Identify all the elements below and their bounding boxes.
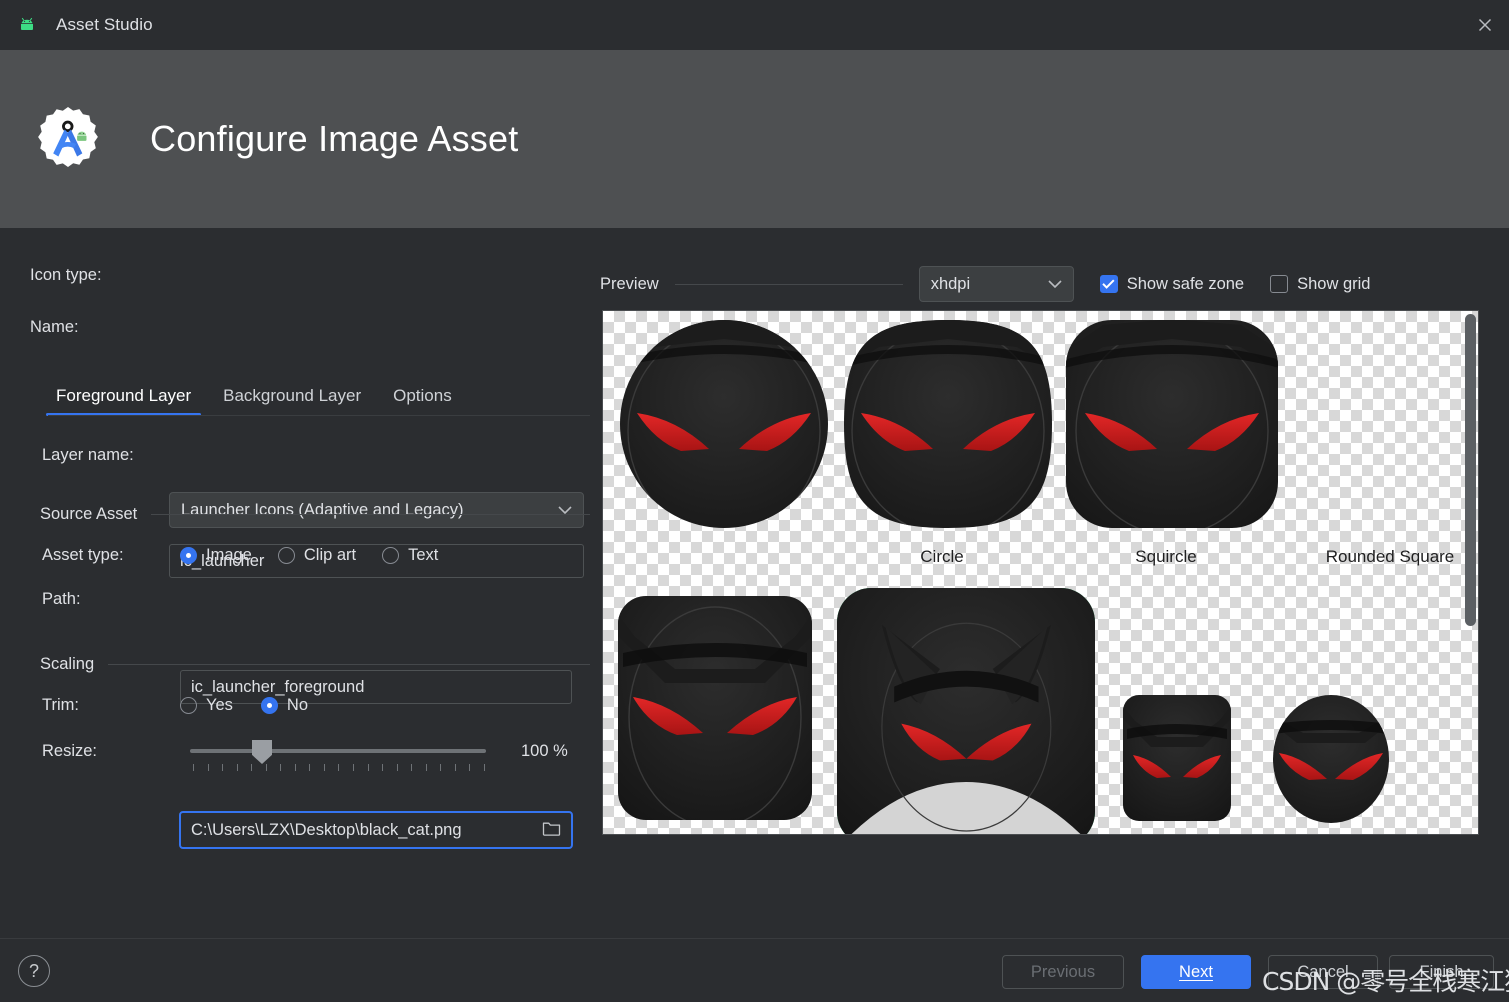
asset-studio-logo-icon bbox=[26, 97, 110, 181]
show-safe-zone-label: Show safe zone bbox=[1126, 274, 1245, 293]
trim-label: Trim: bbox=[42, 696, 79, 714]
window-title: Asset Studio bbox=[56, 15, 153, 34]
asset-type-text-label: Text bbox=[408, 546, 439, 564]
checkbox-unchecked-icon bbox=[1270, 275, 1289, 293]
slider-track bbox=[190, 749, 486, 753]
icon-type-label: Icon type: bbox=[30, 266, 102, 284]
android-robot-icon bbox=[16, 14, 38, 36]
tab-options-label: Options bbox=[393, 386, 452, 405]
chevron-down-icon bbox=[1048, 275, 1062, 294]
scaling-group: Scaling bbox=[40, 655, 590, 674]
radio-dot-icon bbox=[260, 697, 278, 714]
show-grid-checkbox[interactable]: Show grid bbox=[1270, 275, 1370, 294]
previous-button[interactable]: Previous bbox=[1002, 955, 1124, 989]
tab-background-layer[interactable]: Background Layer bbox=[207, 386, 377, 416]
dialog-header: Configure Image Asset bbox=[0, 50, 1509, 228]
layer-name-value: ic_launcher_foreground bbox=[191, 677, 365, 696]
layer-name-row: Layer name: bbox=[42, 446, 134, 465]
preview-header: Preview xhdpi Show safe zone Show grid bbox=[600, 264, 1509, 304]
density-select[interactable]: xhdpi bbox=[918, 266, 1074, 302]
scaling-divider bbox=[108, 664, 590, 665]
tab-background-layer-label: Background Layer bbox=[223, 386, 362, 405]
preview-icon-circle: Circle bbox=[615, 319, 964, 577]
name-label: Name: bbox=[30, 318, 79, 336]
trim-no-radio[interactable]: No bbox=[260, 696, 309, 715]
scaling-label: Scaling bbox=[40, 655, 95, 673]
asset-studio-dialog: Asset Studio Configure Image Asset Icon … bbox=[0, 0, 1509, 1002]
resize-row: Resize: bbox=[42, 742, 97, 761]
checkbox-checked-icon bbox=[1099, 275, 1118, 293]
preview-canvas[interactable]: Circle Squircle Rounded Square bbox=[602, 310, 1479, 835]
preview-label: Preview bbox=[600, 274, 659, 293]
watermark: CSDN @零号全栈寒江独钓 bbox=[1262, 967, 1509, 996]
window-titlebar: Asset Studio bbox=[0, 0, 1509, 50]
trim-no-label: No bbox=[286, 696, 309, 714]
preview-icon-rounded-square: Rounded Square bbox=[1063, 319, 1454, 577]
preview-icon-squircle: Squircle bbox=[839, 319, 1197, 577]
scrollbar-thumb[interactable] bbox=[1465, 314, 1476, 626]
preview-icon-small-square bbox=[1121, 693, 1241, 823]
asset-type-image-label: Image bbox=[206, 546, 252, 564]
page-title: Configure Image Asset bbox=[150, 118, 519, 159]
asset-type-image-radio[interactable]: Image bbox=[180, 546, 252, 565]
trim-yes-radio[interactable]: Yes bbox=[180, 696, 233, 715]
density-value: xhdpi bbox=[930, 274, 971, 293]
name-row: Name: bbox=[30, 318, 170, 337]
tabs-divider bbox=[48, 415, 590, 416]
dialog-body: Icon type: Launcher Icons (Adaptive and … bbox=[0, 228, 1509, 938]
path-input[interactable]: C:\Users\LZX\Desktop\black_cat.png bbox=[179, 811, 573, 849]
resize-slider[interactable] bbox=[190, 738, 486, 771]
preview-panel: Preview xhdpi Show safe zone Show grid C… bbox=[600, 228, 1509, 938]
layer-tabs: Foreground Layer Background Layer Option… bbox=[40, 376, 590, 422]
asset-type-clipart-label: Clip art bbox=[303, 546, 357, 564]
resize-value: 100 % bbox=[521, 742, 568, 760]
trim-yes-label: Yes bbox=[206, 696, 233, 714]
radio-dot-icon bbox=[180, 547, 197, 564]
source-asset-divider bbox=[151, 514, 590, 515]
show-safe-zone-checkbox[interactable]: Show safe zone bbox=[1099, 274, 1245, 294]
asset-type-clipart-radio[interactable]: Clip art bbox=[277, 546, 357, 565]
path-value: C:\Users\LZX\Desktop\black_cat.png bbox=[191, 820, 462, 839]
slider-thumb[interactable] bbox=[252, 740, 272, 764]
path-row: Path: bbox=[42, 590, 81, 609]
help-button[interactable]: ? bbox=[18, 955, 50, 987]
trim-radio-group: Yes No bbox=[180, 696, 308, 715]
tab-foreground-layer-label: Foreground Layer bbox=[56, 386, 192, 405]
asset-type-radio-group: Image Clip art Text bbox=[180, 546, 438, 565]
slider-ticks bbox=[193, 764, 485, 772]
radio-dot-icon bbox=[277, 547, 295, 564]
next-button[interactable]: Next bbox=[1141, 955, 1251, 989]
tab-options[interactable]: Options bbox=[377, 386, 468, 416]
tab-foreground-layer[interactable]: Foreground Layer bbox=[40, 386, 207, 416]
layer-name-label: Layer name: bbox=[42, 446, 134, 464]
next-button-label: Next bbox=[1179, 962, 1213, 981]
radio-dot-icon bbox=[180, 697, 197, 714]
radio-dot-icon bbox=[382, 547, 400, 564]
folder-icon[interactable] bbox=[542, 819, 561, 841]
trim-row: Trim: bbox=[42, 696, 79, 715]
asset-type-row: Asset type: bbox=[42, 546, 124, 565]
source-asset-label: Source Asset bbox=[40, 505, 138, 523]
source-asset-group: Source Asset bbox=[40, 505, 590, 524]
icon-type-row: Icon type: bbox=[30, 266, 170, 285]
asset-type-label: Asset type: bbox=[42, 546, 124, 564]
preview-icon-full-bleed bbox=[835, 586, 1097, 834]
preview-scrollbar[interactable] bbox=[1464, 312, 1477, 834]
show-grid-label: Show grid bbox=[1297, 274, 1371, 293]
preview-divider bbox=[674, 283, 903, 285]
preview-icon-legacy bbox=[615, 593, 833, 825]
close-icon[interactable] bbox=[1460, 0, 1509, 50]
path-label: Path: bbox=[42, 590, 81, 608]
resize-label: Resize: bbox=[42, 742, 98, 760]
settings-panel: Icon type: Launcher Icons (Adaptive and … bbox=[0, 228, 600, 938]
asset-type-text-radio[interactable]: Text bbox=[382, 546, 438, 565]
preview-icon-small-circle bbox=[1261, 693, 1401, 823]
preview-caption-rounded-square: Rounded Square bbox=[1325, 547, 1455, 566]
